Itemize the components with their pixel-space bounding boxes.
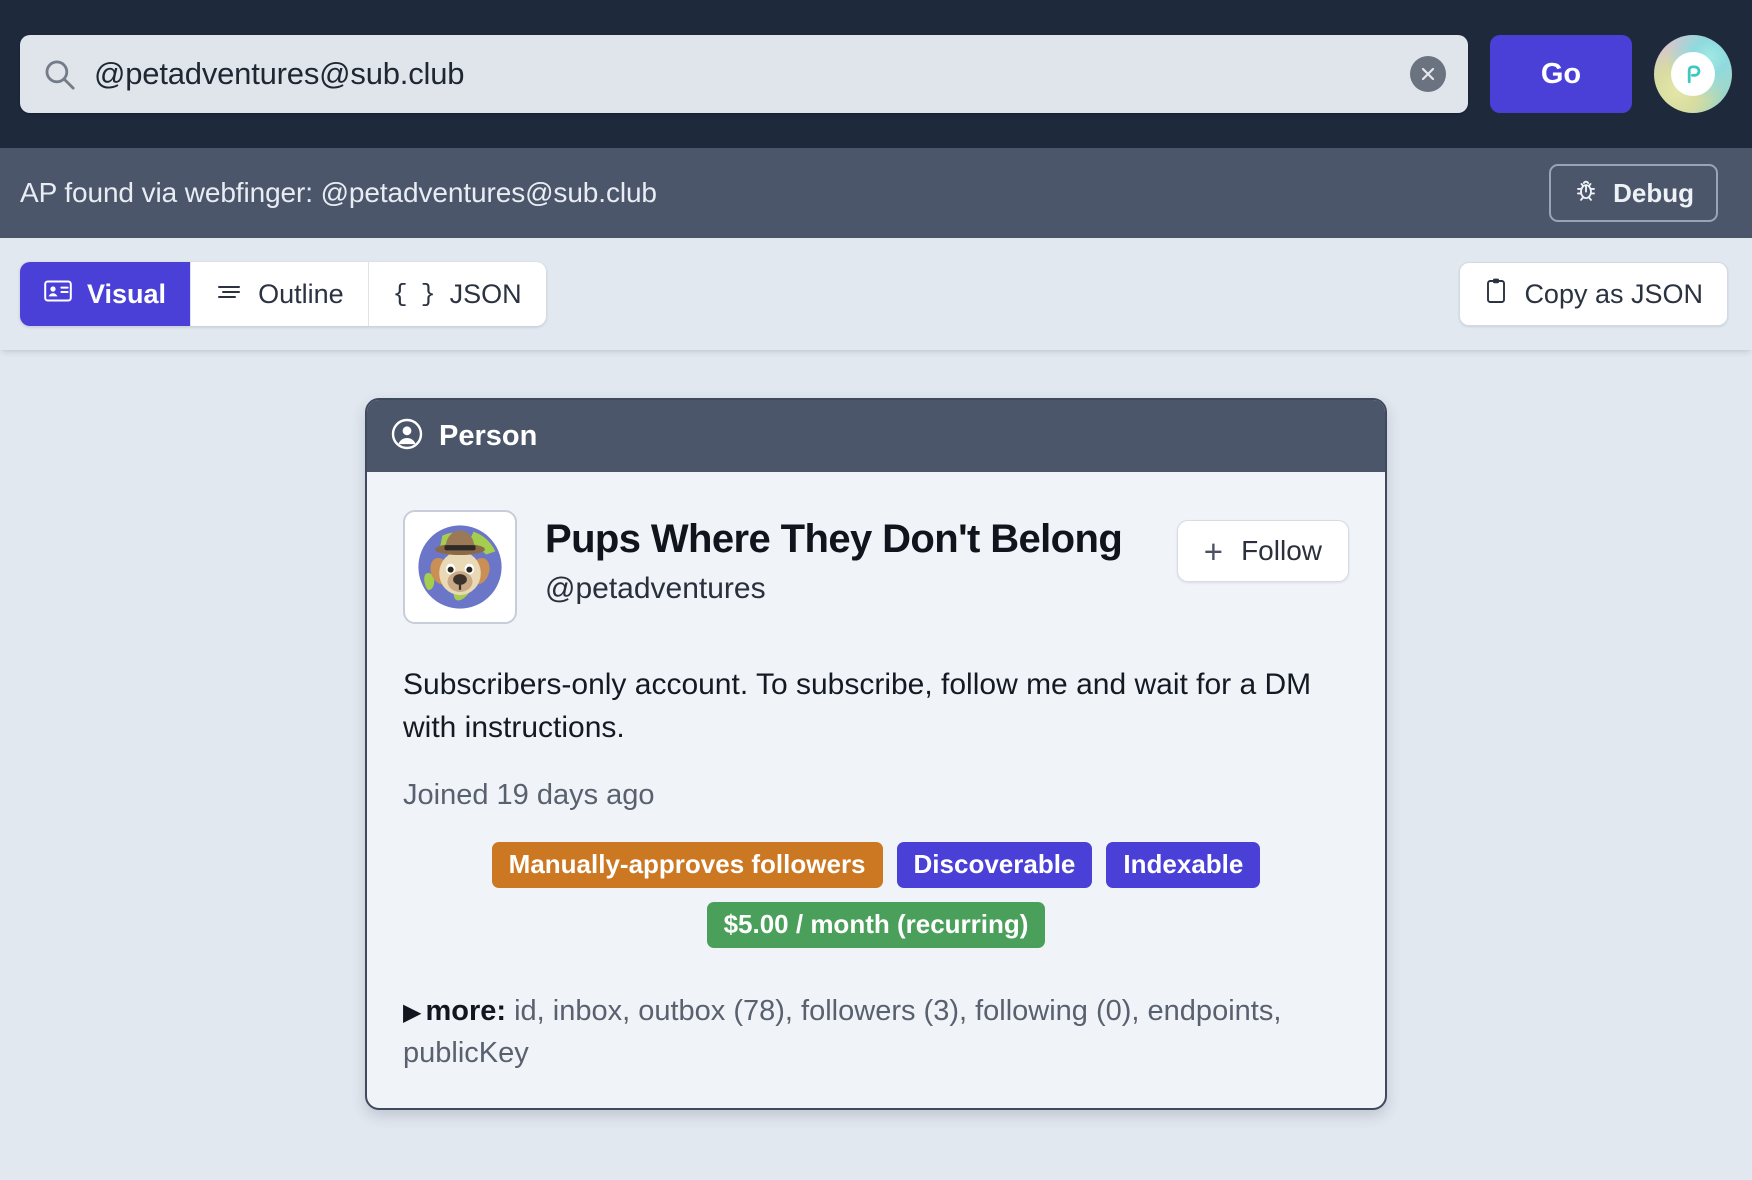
copy-as-json-button[interactable]: Copy as JSON bbox=[1459, 262, 1728, 326]
copy-as-json-label: Copy as JSON bbox=[1524, 279, 1703, 310]
go-button[interactable]: Go bbox=[1490, 35, 1632, 113]
more-fields-row[interactable]: ▶more: id, inbox, outbox (78), followers… bbox=[403, 990, 1349, 1074]
clipboard-icon bbox=[1484, 277, 1508, 312]
list-lines-icon bbox=[215, 279, 243, 310]
bug-icon bbox=[1573, 177, 1599, 210]
profile-names: Pups Where They Don't Belong @petadventu… bbox=[545, 510, 1149, 606]
profile-row: Pups Where They Don't Belong @petadventu… bbox=[403, 510, 1349, 624]
search-icon bbox=[42, 57, 76, 91]
tab-outline-label: Outline bbox=[258, 279, 344, 310]
badge-manual-approve: Manually-approves followers bbox=[492, 842, 883, 888]
tab-visual-label: Visual bbox=[87, 279, 166, 310]
status-message: AP found via webfinger: @petadventures@s… bbox=[20, 177, 657, 209]
search-field[interactable]: @petadventures@sub.club bbox=[20, 35, 1468, 113]
curly-braces-icon: { } bbox=[393, 280, 435, 309]
debug-label: Debug bbox=[1613, 178, 1694, 209]
profile-avatar[interactable] bbox=[403, 510, 517, 624]
tab-outline[interactable]: Outline bbox=[191, 262, 369, 326]
search-input-value[interactable]: @petadventures@sub.club bbox=[94, 56, 1410, 92]
more-field-list[interactable]: id, inbox, outbox (78), followers (3), f… bbox=[403, 995, 1281, 1069]
status-bar: AP found via webfinger: @petadventures@s… bbox=[0, 148, 1752, 238]
expand-arrow-icon[interactable]: ▶ bbox=[403, 999, 421, 1026]
actor-type-label: Person bbox=[439, 420, 537, 453]
follow-button[interactable]: + Follow bbox=[1177, 520, 1349, 582]
top-bar: @petadventures@sub.club Go bbox=[0, 0, 1752, 148]
tab-visual[interactable]: Visual bbox=[20, 262, 191, 326]
badge-subscription-price: $5.00 / month (recurring) bbox=[707, 902, 1046, 948]
debug-button[interactable]: Debug bbox=[1549, 164, 1718, 222]
pixelfed-logo-icon bbox=[1680, 61, 1706, 87]
person-circle-icon bbox=[391, 418, 423, 455]
more-label: more: bbox=[425, 995, 506, 1027]
tab-json[interactable]: { } JSON bbox=[369, 262, 546, 326]
badge-discoverable: Discoverable bbox=[897, 842, 1093, 888]
joined-date: Joined 19 days ago bbox=[403, 779, 1349, 812]
display-name: Pups Where They Don't Belong bbox=[545, 516, 1149, 562]
actor-card: Person bbox=[365, 398, 1387, 1110]
view-tabs: Visual Outline { } JSON bbox=[20, 262, 546, 326]
main-content: Person bbox=[0, 350, 1752, 1180]
handle: @petadventures bbox=[545, 572, 1149, 606]
clear-search-button[interactable] bbox=[1410, 56, 1446, 92]
badge-indexable: Indexable bbox=[1106, 842, 1260, 888]
profile-bio: Subscribers-only account. To subscribe, … bbox=[403, 664, 1349, 749]
view-tab-bar: Visual Outline { } JSON Copy as JSON bbox=[0, 238, 1752, 350]
tab-json-label: JSON bbox=[450, 279, 522, 310]
attribute-badges: Manually-approves followers Discoverable… bbox=[403, 842, 1349, 948]
actor-card-header: Person bbox=[367, 400, 1385, 472]
plus-icon: + bbox=[1204, 535, 1223, 568]
avatar-logo-badge bbox=[1671, 52, 1715, 96]
id-card-icon bbox=[44, 279, 72, 310]
globe-with-dog-avatar-icon bbox=[408, 515, 512, 619]
follow-label: Follow bbox=[1241, 535, 1322, 567]
close-icon bbox=[1418, 64, 1438, 84]
user-avatar[interactable] bbox=[1654, 35, 1732, 113]
actor-card-body: Pups Where They Don't Belong @petadventu… bbox=[367, 472, 1385, 1108]
